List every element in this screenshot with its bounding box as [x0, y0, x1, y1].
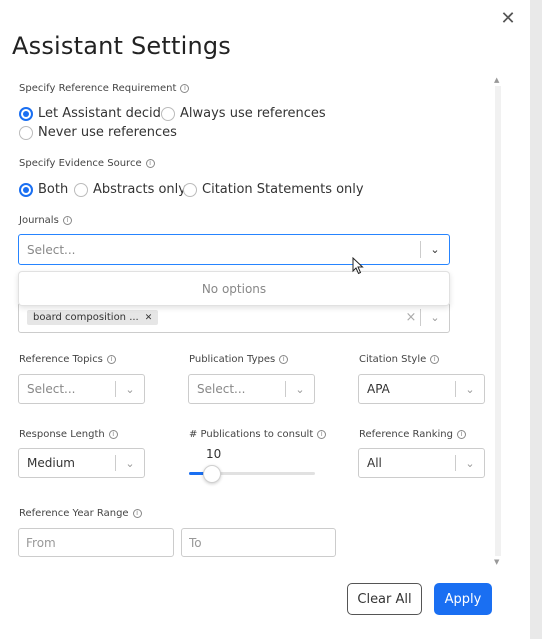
info-icon[interactable]: i — [106, 355, 116, 364]
evidence-source-label: Specify Evidence Source i — [19, 158, 155, 169]
response-length-label-text: Response Length — [19, 429, 105, 440]
info-icon[interactable]: i — [279, 355, 289, 364]
radio-dot[interactable] — [161, 106, 175, 121]
clear-all-button[interactable]: Clear All — [347, 583, 422, 615]
year-to-input[interactable] — [181, 528, 336, 557]
reference-topics-label: Reference Topics i — [19, 354, 116, 365]
citation-style-value: APA — [367, 382, 390, 396]
citation-style-label-text: Citation Style — [359, 354, 427, 365]
year-range-label-text: Reference Year Range — [19, 508, 129, 519]
radio-always-use-references[interactable]: Always use references — [161, 106, 326, 121]
radio-label: Never use references — [38, 125, 177, 140]
clear-icon[interactable]: × — [402, 310, 420, 325]
chevron-down-icon[interactable]: ⌄ — [421, 311, 449, 324]
chevron-down-icon[interactable]: ⌄ — [456, 457, 484, 470]
apply-button[interactable]: Apply — [434, 583, 492, 615]
info-icon[interactable]: i — [62, 216, 72, 225]
publication-types-select[interactable]: Select... ⌄ — [188, 374, 315, 404]
reference-requirement-label: Specify Reference Requirement i — [19, 83, 190, 94]
response-length-select[interactable]: Medium ⌄ — [18, 448, 145, 478]
citation-style-label: Citation Style i — [359, 354, 440, 365]
radio-both[interactable]: Both — [19, 182, 68, 197]
publication-types-label-text: Publication Types — [189, 354, 276, 365]
radio-label: Both — [38, 182, 69, 197]
radio-let-assistant-decide[interactable]: Let Assistant decide — [19, 106, 169, 121]
publications-to-consult-label-text: # Publications to consult — [189, 429, 314, 440]
radio-citation-statements-only[interactable]: Citation Statements only — [183, 182, 364, 197]
journals-placeholder: Select... — [27, 242, 76, 257]
year-range-label: Reference Year Range i — [19, 508, 142, 519]
publications-to-consult-label: # Publications to consult i — [189, 429, 327, 440]
reference-requirement-label-text: Specify Reference Requirement — [19, 83, 177, 94]
radio-label: Let Assistant decide — [38, 106, 169, 121]
citation-style-select[interactable]: APA ⌄ — [358, 374, 485, 404]
year-from-input[interactable] — [18, 528, 174, 557]
page-title: Assistant Settings — [12, 32, 232, 60]
scrollbar-track[interactable] — [495, 86, 501, 556]
background-strip — [530, 0, 542, 639]
reference-ranking-value: All — [367, 456, 382, 470]
reference-topics-label-text: Reference Topics — [19, 354, 103, 365]
info-icon[interactable]: i — [180, 84, 190, 93]
radio-dot-checked[interactable] — [19, 106, 33, 121]
radio-label: Abstracts only — [93, 182, 186, 197]
no-options-message: No options — [201, 281, 267, 296]
close-icon[interactable]: ✕ — [497, 8, 519, 30]
info-icon[interactable]: i — [317, 430, 327, 439]
chevron-down-icon[interactable]: ⌄ — [421, 243, 449, 256]
scrollbar[interactable]: ▲ ▼ — [492, 74, 504, 570]
publication-types-label: Publication Types i — [189, 354, 289, 365]
chevron-down-icon[interactable]: ⌄ — [286, 383, 314, 396]
radio-dot[interactable] — [183, 182, 197, 197]
journals-dropdown-menu: No options — [18, 271, 450, 306]
publications-slider-thumb[interactable] — [202, 465, 221, 483]
radio-label: Citation Statements only — [202, 182, 364, 197]
chevron-down-icon[interactable]: ⌄ — [116, 383, 144, 396]
response-length-label: Response Length i — [19, 429, 118, 440]
chevron-down-icon[interactable]: ⌄ — [456, 383, 484, 396]
assistant-settings-modal: ✕ Assistant Settings Specify Reference R… — [0, 0, 530, 639]
info-icon[interactable]: i — [132, 509, 142, 518]
info-icon[interactable]: i — [145, 159, 155, 168]
info-icon[interactable]: i — [430, 355, 440, 364]
evidence-source-label-text: Specify Evidence Source — [19, 158, 142, 169]
radio-dot[interactable] — [19, 125, 33, 140]
radio-abstracts-only[interactable]: Abstracts only — [74, 182, 186, 197]
journals-label-text: Journals — [19, 215, 59, 226]
radio-never-use-references[interactable]: Never use references — [19, 125, 177, 140]
radio-label: Always use references — [180, 106, 326, 121]
reference-ranking-select[interactable]: All ⌄ — [358, 448, 485, 478]
keyword-tag-label: board composition ... — [33, 312, 139, 323]
scroll-down-icon[interactable]: ▼ — [494, 558, 499, 566]
journals-select[interactable]: Select... ⌄ — [18, 234, 450, 265]
publications-slider-value: 10 — [206, 447, 222, 461]
publication-types-placeholder: Select... — [197, 382, 246, 396]
radio-dot[interactable] — [74, 182, 88, 197]
keywords-select[interactable]: board composition ... ✕ × ⌄ — [18, 302, 450, 333]
reference-ranking-label-text: Reference Ranking — [359, 429, 453, 440]
response-length-value: Medium — [27, 456, 75, 470]
journals-label: Journals i — [19, 215, 72, 226]
chevron-down-icon[interactable]: ⌄ — [116, 457, 144, 470]
reference-topics-select[interactable]: Select... ⌄ — [18, 374, 145, 404]
scroll-up-icon[interactable]: ▲ — [494, 76, 499, 84]
radio-dot-checked[interactable] — [19, 182, 33, 197]
info-icon[interactable]: i — [108, 430, 118, 439]
info-icon[interactable]: i — [456, 430, 466, 439]
reference-ranking-label: Reference Ranking i — [359, 429, 466, 440]
reference-topics-placeholder: Select... — [27, 382, 76, 396]
keyword-tag: board composition ... ✕ — [27, 310, 159, 325]
tag-remove-icon[interactable]: ✕ — [145, 313, 153, 323]
mouse-cursor-icon — [352, 257, 364, 275]
